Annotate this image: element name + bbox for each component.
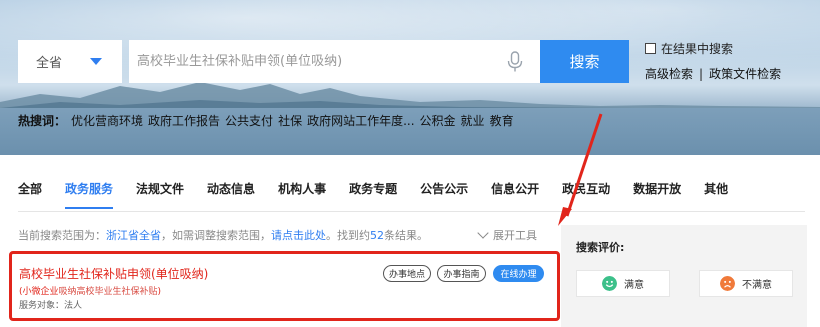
hot-word[interactable]: 政府网站工作年度... <box>307 112 414 129</box>
service-location-button[interactable]: 办事地点 <box>383 265 431 282</box>
hot-word[interactable]: 优化营商环境 <box>71 112 143 129</box>
result-count: 52 <box>370 229 384 242</box>
advanced-search-link[interactable]: 高级检索 <box>645 65 693 82</box>
evaluation-title: 搜索评价: <box>576 241 625 254</box>
result-item: 高校毕业生社保补贴申领(单位吸纳) (小微企业吸纳高校毕业生社保补贴) 服务对象… <box>9 251 560 321</box>
tab-announcements[interactable]: 公告公示 <box>420 180 468 209</box>
hot-search-label: 热搜词： <box>18 114 67 128</box>
tab-open-data[interactable]: 数据开放 <box>633 180 681 209</box>
scope-value: 浙江省全省 <box>106 229 161 242</box>
search-input[interactable] <box>137 54 497 69</box>
service-target: 服务对象：法人 <box>19 301 83 311</box>
result-subtitle-suffix: ) <box>157 287 162 297</box>
tab-interaction[interactable]: 政民互动 <box>562 180 610 209</box>
tab-personnel[interactable]: 机构人事 <box>278 180 326 209</box>
search-evaluation-panel: 搜索评价: 满意 不满意 <box>561 225 807 327</box>
search-box <box>129 40 540 83</box>
satisfied-label: 满意 <box>624 280 644 291</box>
caret-down-icon <box>90 58 102 65</box>
service-guide-button[interactable]: 办事指南 <box>437 265 486 282</box>
scope-select[interactable]: 全省 <box>18 40 122 83</box>
unsatisfied-button[interactable]: 不满意 <box>699 270 793 297</box>
hot-word[interactable]: 政府工作报告 <box>148 112 220 129</box>
link-separator: | <box>699 66 704 81</box>
hot-word[interactable]: 公积金 <box>420 112 456 129</box>
hot-word[interactable]: 公共支付 <box>225 112 273 129</box>
tab-government-services[interactable]: 政务服务 <box>65 180 114 209</box>
result-subtitle: (小微企业吸纳高校毕业生社保补贴) <box>19 284 161 297</box>
policy-search-link[interactable]: 政策文件检索 <box>709 65 781 82</box>
tab-topics[interactable]: 政务专题 <box>349 180 397 209</box>
smile-face-icon <box>602 276 617 291</box>
scope-mid: ，如需调整搜索范围， <box>161 229 271 242</box>
tab-news[interactable]: 动态信息 <box>207 180 255 209</box>
search-scope-info: 当前搜索范围为：浙江省全省，如需调整搜索范围，请点击此处。找到约52条结果。 <box>18 227 428 243</box>
advanced-search-links: 高级检索 | 政策文件检索 <box>645 65 781 82</box>
hot-search-words: 热搜词： 优化营商环境 政府工作报告 公共支付 社保 政府网站工作年度... 公… <box>18 112 514 129</box>
search-in-result-label: 在结果中搜索 <box>661 42 734 56</box>
online-service-button[interactable]: 在线办理 <box>493 265 544 282</box>
tab-other[interactable]: 其他 <box>704 180 728 209</box>
scope-select-value: 全省 <box>36 56 63 71</box>
search-in-result-option[interactable]: 在结果中搜索 <box>645 40 733 57</box>
search-in-result-checkbox[interactable] <box>645 43 656 54</box>
expand-tools-label: 展开工具 <box>493 229 537 242</box>
unsatisfied-label: 不满意 <box>742 280 772 291</box>
scope-prefix: 当前搜索范围为： <box>18 229 106 242</box>
hot-word[interactable]: 教育 <box>490 112 514 129</box>
hot-word[interactable]: 社保 <box>278 112 302 129</box>
result-subtitle-prefix: (小微企业 <box>19 287 59 297</box>
hot-word[interactable]: 就业 <box>461 112 485 129</box>
tabs-divider <box>18 211 805 212</box>
scope-suffix-2: 条结果。 <box>384 229 428 242</box>
scope-suffix: 。找到约 <box>326 229 370 242</box>
tab-regulations[interactable]: 法规文件 <box>136 180 184 209</box>
frown-face-icon <box>720 276 735 291</box>
change-scope-link[interactable]: 请点击此处 <box>271 229 326 242</box>
result-subtitle-text: 吸纳高校毕业生社保补贴 <box>58 287 158 297</box>
category-tabs: 全部 政务服务 法规文件 动态信息 机构人事 政务专题 公告公示 信息公开 政民… <box>18 180 751 209</box>
microphone-icon[interactable] <box>506 51 524 73</box>
result-title[interactable]: 高校毕业生社保补贴申领(单位吸纳) <box>19 265 208 282</box>
expand-tools-button[interactable]: 展开工具 <box>477 227 537 243</box>
hero-banner: 全省 搜索 在结果中搜索 高级检索 | 政策文件检索 热搜词： 优化营商环境 政… <box>0 0 820 155</box>
tab-disclosure[interactable]: 信息公开 <box>491 180 539 209</box>
tab-all[interactable]: 全部 <box>18 180 42 209</box>
search-button[interactable]: 搜索 <box>540 40 629 83</box>
chevron-down-icon <box>477 227 489 239</box>
satisfied-button[interactable]: 满意 <box>576 270 670 297</box>
